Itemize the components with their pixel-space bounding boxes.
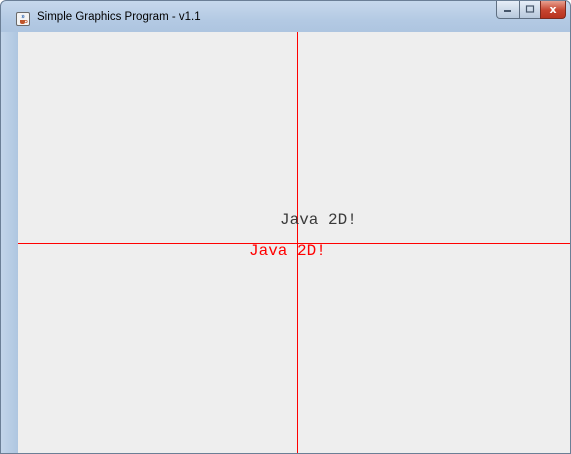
app-window: Simple Graphics Program - v1.1 x Java 2D… bbox=[0, 0, 571, 454]
maximize-icon bbox=[525, 5, 535, 13]
caption-buttons: x bbox=[496, 1, 566, 20]
minimize-button[interactable] bbox=[496, 1, 520, 19]
maximize-button[interactable] bbox=[519, 1, 541, 19]
drawing-canvas[interactable]: Java 2D! Java 2D! bbox=[18, 32, 570, 453]
java-cup-icon[interactable] bbox=[16, 12, 30, 26]
java-2d-text-gray: Java 2D! bbox=[280, 211, 357, 229]
minimize-icon bbox=[504, 9, 511, 12]
window-title: Simple Graphics Program - v1.1 bbox=[37, 11, 201, 23]
close-icon: x bbox=[549, 3, 557, 16]
window-left-border bbox=[1, 32, 18, 453]
java-2d-text-red: Java 2D! bbox=[249, 242, 326, 260]
title-bar[interactable]: Simple Graphics Program - v1.1 x bbox=[1, 1, 570, 31]
close-button[interactable]: x bbox=[540, 1, 566, 19]
